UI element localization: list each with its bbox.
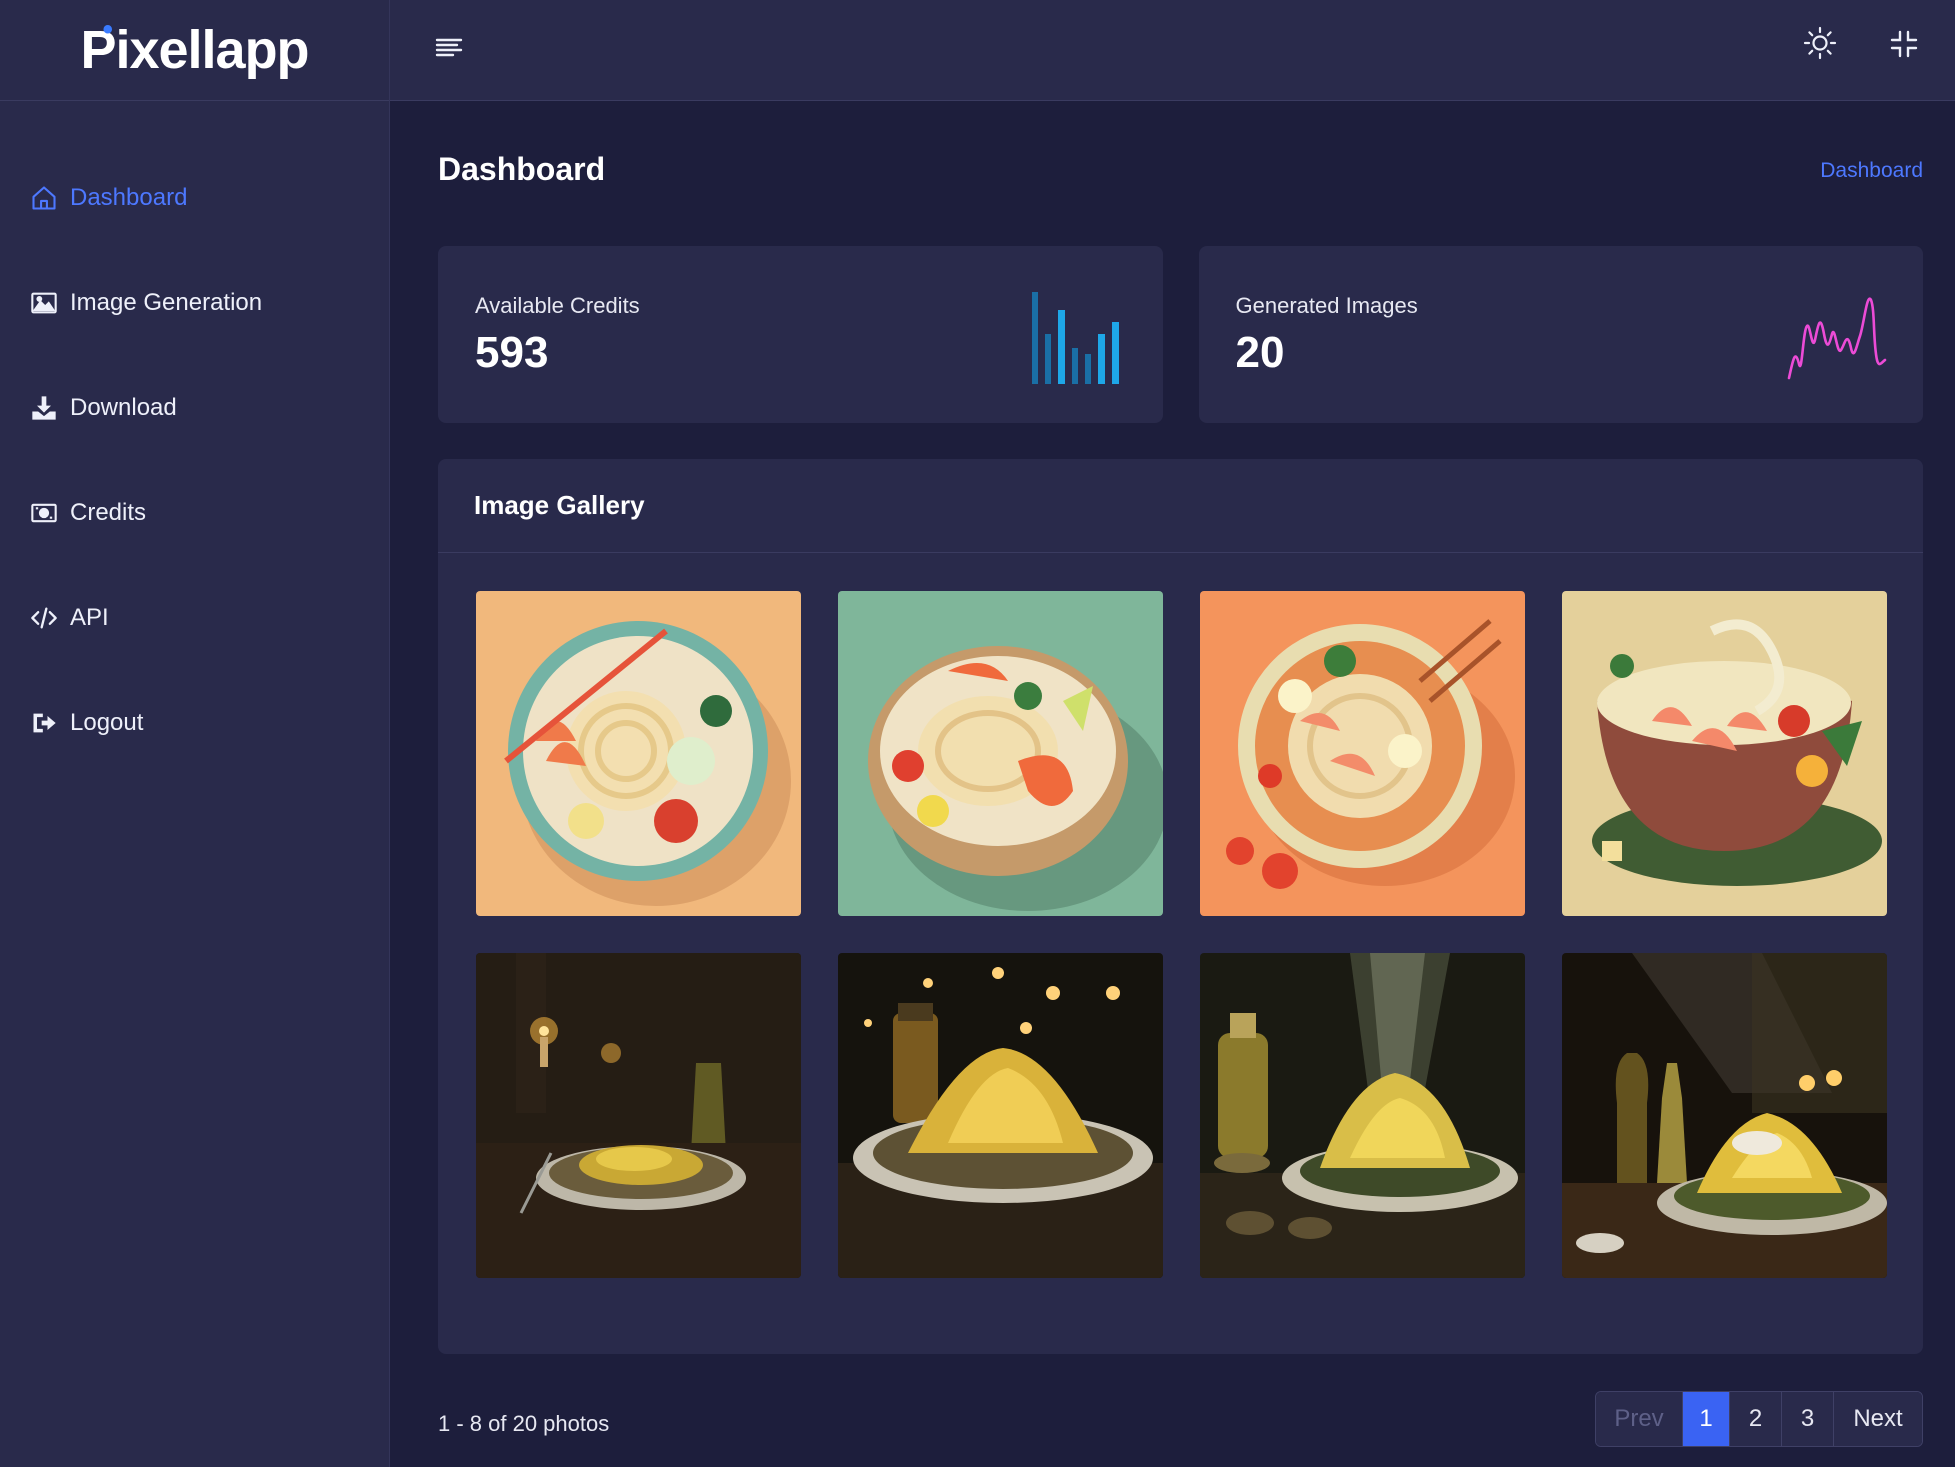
sidebar-item-label: Dashboard <box>70 183 188 211</box>
sidebar-nav: Dashboard Image Generation Download Cred… <box>0 145 389 775</box>
gallery-title: Image Gallery <box>474 490 645 520</box>
prev-page-button[interactable]: Prev <box>1596 1392 1683 1446</box>
sidebar: Pixellapp • Dashboard Image Generation Do… <box>0 0 390 1467</box>
sidebar-item-dashboard[interactable]: Dashboard <box>0 145 389 250</box>
sidebar-item-credits[interactable]: Credits <box>0 460 389 565</box>
gallery-image[interactable] <box>476 953 801 1278</box>
credits-bar-chart <box>1031 292 1119 384</box>
sidebar-item-image-generation[interactable]: Image Generation <box>0 250 389 355</box>
pasta-plate-image <box>1200 953 1525 1278</box>
logo-rest: ixellapp <box>115 20 309 80</box>
logout-icon <box>30 709 58 737</box>
noodle-bowl-image <box>1200 591 1525 916</box>
sidebar-item-label: Image Generation <box>70 288 263 316</box>
pasta-plate-image <box>1562 953 1887 1278</box>
gallery-image[interactable] <box>838 591 1163 916</box>
pagination: Prev 1 2 3 Next <box>1595 1391 1923 1447</box>
photo-count: 1 - 8 of 20 photos <box>438 1411 610 1436</box>
sidebar-item-download[interactable]: Download <box>0 355 389 460</box>
gallery-image[interactable] <box>476 591 801 916</box>
logo-area: Pixellapp • <box>0 0 389 101</box>
gallery-image[interactable] <box>1562 953 1887 1278</box>
breadcrumb[interactable]: Dashboard <box>1820 159 1923 183</box>
generated-images-label: Generated Images <box>1235 293 1418 318</box>
code-icon <box>30 604 58 632</box>
download-icon <box>30 394 58 422</box>
top-bar <box>390 0 1955 101</box>
sidebar-item-logout[interactable]: Logout <box>0 670 389 775</box>
credits-card: Available Credits 593 <box>438 246 1163 423</box>
gallery-image[interactable] <box>1200 591 1525 916</box>
noodle-bowl-image <box>838 591 1163 916</box>
noodle-bowl-image <box>1562 591 1887 916</box>
sidebar-item-label: Logout <box>70 708 144 736</box>
images-sparkline <box>1787 297 1887 380</box>
stats-row: Available Credits 593 Generated Images 2… <box>438 246 1923 423</box>
page-title: Dashboard <box>438 151 606 187</box>
page-button-3[interactable]: 3 <box>1782 1392 1834 1446</box>
sidebar-item-api[interactable]: API <box>0 565 389 670</box>
hamburger-menu-icon[interactable] <box>434 33 464 63</box>
gallery-footer: 1 - 8 of 20 photos Prev 1 2 3 Next <box>438 1354 1923 1454</box>
collapse-fullscreen-icon[interactable] <box>1889 29 1919 59</box>
image-icon <box>30 289 58 317</box>
home-icon <box>30 184 58 212</box>
sun-icon[interactable] <box>1803 26 1837 60</box>
page-header: Dashboard Dashboard <box>438 101 1923 246</box>
main-content: Dashboard Dashboard Available Credits 59… <box>438 101 1923 1454</box>
image-gallery: Image Gallery <box>438 459 1923 1354</box>
credits-value: 593 <box>475 328 549 377</box>
noodle-bowl-image <box>476 591 801 916</box>
gallery-image[interactable] <box>1200 953 1525 1278</box>
logo-dot: • <box>102 13 112 46</box>
next-page-button[interactable]: Next <box>1834 1392 1922 1446</box>
gallery-grid <box>476 591 1887 1278</box>
sidebar-item-label: API <box>70 603 109 631</box>
sidebar-item-label: Credits <box>70 498 147 526</box>
pasta-plate-image <box>838 953 1163 1278</box>
pasta-plate-image <box>476 953 801 1278</box>
sidebar-item-label: Download <box>70 393 177 421</box>
gallery-image[interactable] <box>838 953 1163 1278</box>
generated-images-value: 20 <box>1235 328 1285 377</box>
images-card: Generated Images 20 <box>1198 246 1923 423</box>
gallery-header: Image Gallery <box>438 459 1923 553</box>
page-button-1[interactable]: 1 <box>1683 1392 1730 1446</box>
money-icon <box>30 499 58 527</box>
credits-label: Available Credits <box>475 293 640 318</box>
page-button-2[interactable]: 2 <box>1730 1392 1782 1446</box>
gallery-image[interactable] <box>1562 591 1887 916</box>
app-logo[interactable]: Pixellapp • <box>80 13 309 81</box>
